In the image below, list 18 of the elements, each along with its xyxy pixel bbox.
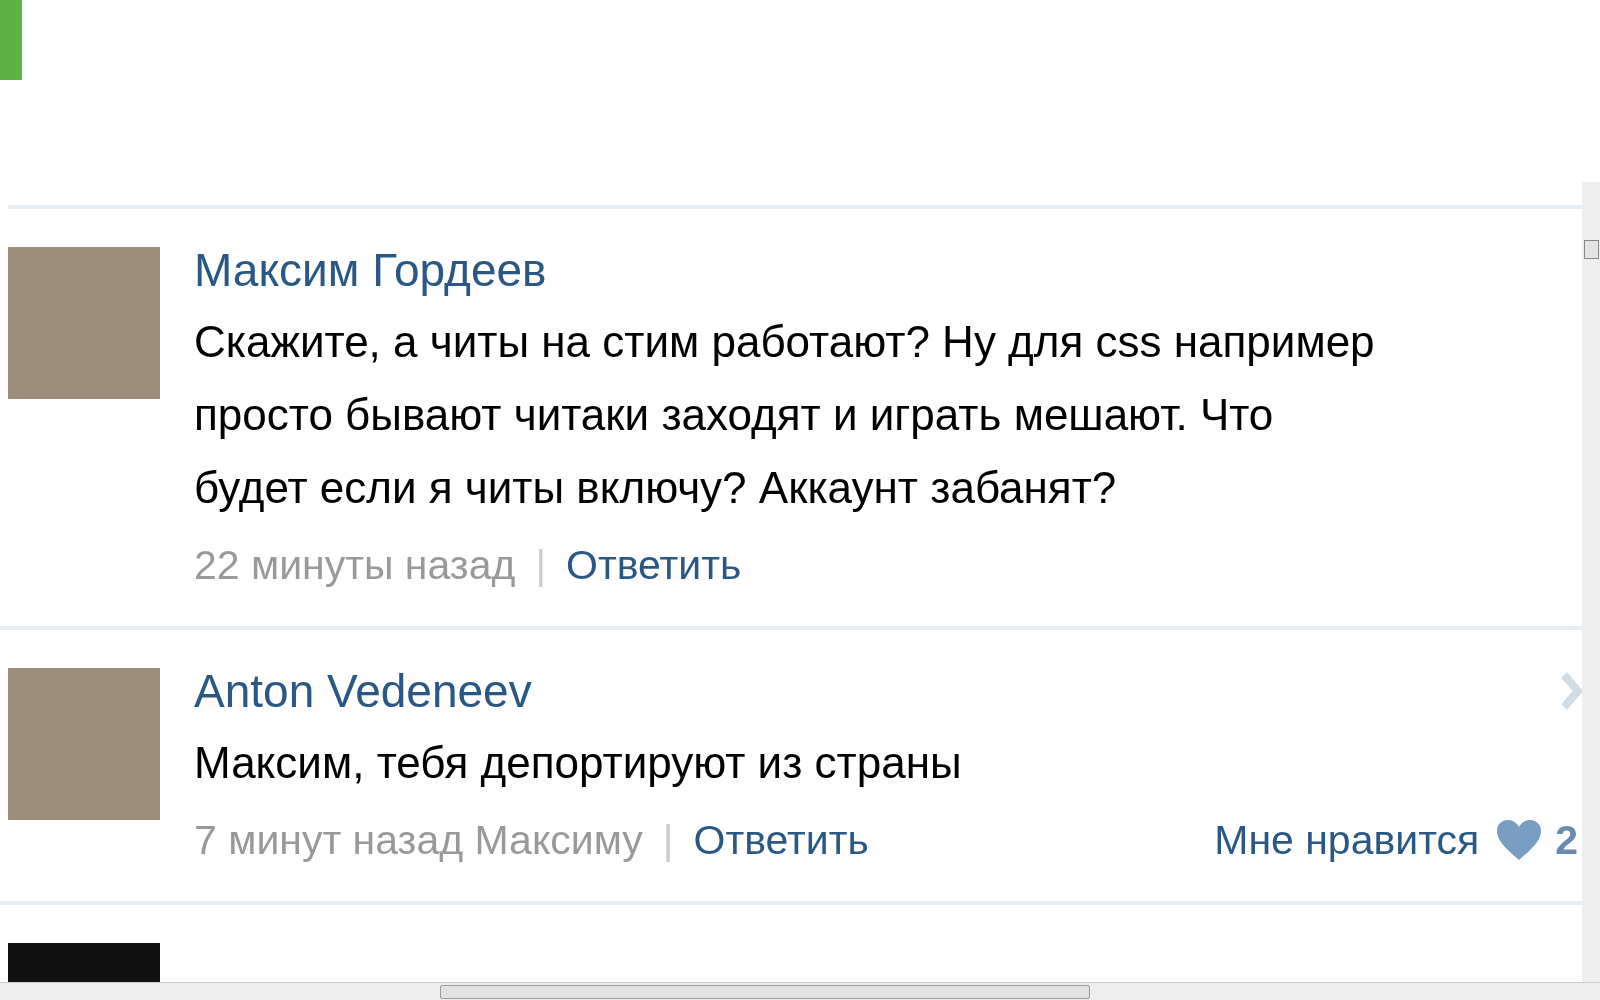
- reply-link[interactable]: Ответить: [693, 816, 869, 864]
- like-link[interactable]: Мне нравится: [1214, 816, 1480, 864]
- author-link[interactable]: Максим Гордеев: [194, 243, 547, 297]
- comment-text: Максим, тебя депортируют из страны: [194, 737, 963, 789]
- comment-text: Скажите, а читы на стим работают? Ну для css например просто бывают читаки заходят и играть мешают. Что будет если я читы включу? Аккаунт забанят?: [194, 316, 1376, 514]
- comment-time: 22 минуты назад: [194, 541, 516, 589]
- separator: |: [535, 541, 547, 589]
- heart-icon[interactable]: [1495, 818, 1544, 862]
- separator: |: [662, 816, 674, 864]
- chevron-icon[interactable]: [1562, 671, 1582, 711]
- scroll-thumb[interactable]: [1584, 240, 1599, 259]
- scroll-thumb[interactable]: [440, 985, 1090, 999]
- like-count: 2: [1555, 816, 1578, 864]
- vertical-scrollbar[interactable]: [1582, 182, 1600, 982]
- horizontal-scrollbar[interactable]: [0, 982, 1600, 1000]
- comment-time: 7 минут назад Максиму: [194, 816, 643, 864]
- author-link[interactable]: Anton Vedeneev: [194, 664, 532, 718]
- reply-link[interactable]: Ответить: [566, 541, 742, 589]
